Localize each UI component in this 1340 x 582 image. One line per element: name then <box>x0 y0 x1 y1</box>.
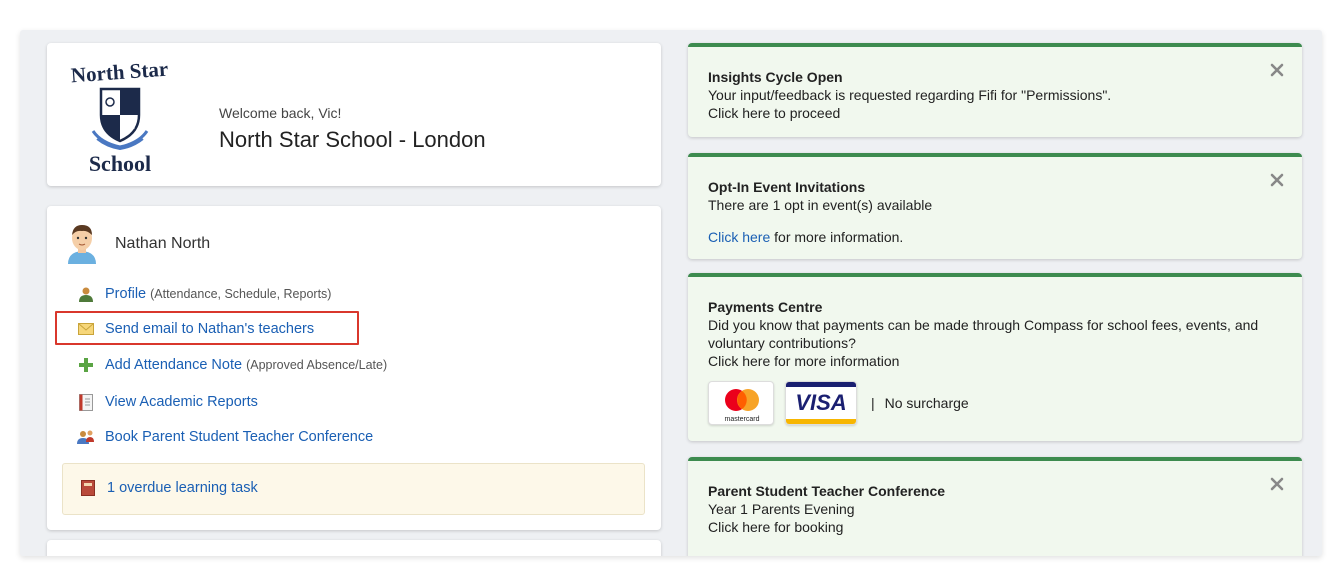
plus-icon <box>77 356 95 374</box>
notebook-icon <box>79 479 97 497</box>
student-name: Nathan North <box>115 235 211 252</box>
close-icon[interactable] <box>1270 173 1284 187</box>
click-here-link[interactable]: Click here <box>708 229 770 245</box>
payment-logos: mastercard VISA | No surcharge <box>708 381 969 425</box>
profile-note: (Attendance, Schedule, Reports) <box>150 287 332 301</box>
svg-text:North Star: North Star <box>70 57 169 87</box>
notice-text: Year 1 Parents Evening <box>708 501 855 517</box>
email-teachers-link[interactable]: Send email to Nathan's teachers <box>105 321 314 337</box>
close-icon[interactable] <box>1270 477 1284 491</box>
payments-info-link[interactable]: Click here for more information <box>708 353 899 369</box>
student-avatar <box>68 225 96 264</box>
profile-link-row[interactable]: Profile (Attendance, Schedule, Reports) <box>77 283 331 305</box>
conference-link[interactable]: Book Parent Student Teacher Conference <box>105 429 373 445</box>
more-info-suffix: for more information. <box>774 229 904 245</box>
notice-text-2: voluntary contributions? <box>708 335 856 351</box>
booking-link[interactable]: Click here for booking <box>708 519 843 535</box>
separator: | <box>871 395 875 411</box>
mastercard-logo: mastercard <box>708 381 774 425</box>
notice-payments-centre: Payments Centre Did you know that paymen… <box>688 273 1302 441</box>
welcome-text: Welcome back, Vic! <box>219 105 342 121</box>
notice-title: Payments Centre <box>708 299 823 315</box>
academic-reports-row[interactable]: View Academic Reports <box>77 391 258 413</box>
overdue-task-link[interactable]: 1 overdue learning task <box>107 480 258 496</box>
overdue-task-panel: 1 overdue learning task <box>62 463 645 515</box>
notice-text: Your input/feedback is requested regardi… <box>708 87 1112 103</box>
notice-title: Insights Cycle Open <box>708 69 843 85</box>
overdue-task-row[interactable]: 1 overdue learning task <box>79 479 258 497</box>
report-icon <box>77 393 95 411</box>
attendance-note-row[interactable]: Add Attendance Note (Approved Absence/La… <box>77 354 387 376</box>
conference-row[interactable]: Book Parent Student Teacher Conference <box>77 426 373 448</box>
conference-icon <box>77 428 95 446</box>
dashboard-frame: North Star School Welcome back, Vic! Nor… <box>20 30 1322 556</box>
svg-text:School: School <box>89 151 151 175</box>
notice-parent-teacher-conference: Parent Student Teacher Conference Year 1… <box>688 457 1302 556</box>
profile-icon <box>77 285 95 303</box>
svg-text:mastercard: mastercard <box>724 416 759 423</box>
notice-insights-cycle: Insights Cycle Open Your input/feedback … <box>688 43 1302 137</box>
attendance-note-hint: (Approved Absence/Late) <box>246 358 388 372</box>
close-icon[interactable] <box>1270 63 1284 77</box>
proceed-link[interactable]: Click here to proceed <box>708 105 840 121</box>
visa-logo: VISA <box>785 381 857 425</box>
academic-reports-link[interactable]: View Academic Reports <box>105 394 258 410</box>
envelope-icon <box>77 320 95 338</box>
email-teachers-row[interactable]: Send email to Nathan's teachers <box>77 318 314 340</box>
notice-text: Did you know that payments can be made t… <box>708 317 1259 333</box>
school-logo: North Star School <box>70 57 169 175</box>
school-card: North Star School Welcome back, Vic! Nor… <box>47 43 661 186</box>
school-name: North Star School - London <box>219 127 486 152</box>
student-card: Nathan North Profile (Attendance, Schedu… <box>47 206 661 530</box>
notice-title: Parent Student Teacher Conference <box>708 483 946 499</box>
notice-opt-in-events: Opt-In Event Invitations There are 1 opt… <box>688 153 1302 259</box>
profile-link[interactable]: Profile <box>105 286 146 302</box>
next-card-stub <box>47 540 661 556</box>
notice-title: Opt-In Event Invitations <box>708 179 866 195</box>
surcharge-text: No surcharge <box>884 395 969 411</box>
notice-text: There are 1 opt in event(s) available <box>708 197 933 213</box>
attendance-note-link[interactable]: Add Attendance Note <box>105 357 242 373</box>
more-info-line: Click here for more information. <box>708 229 903 245</box>
